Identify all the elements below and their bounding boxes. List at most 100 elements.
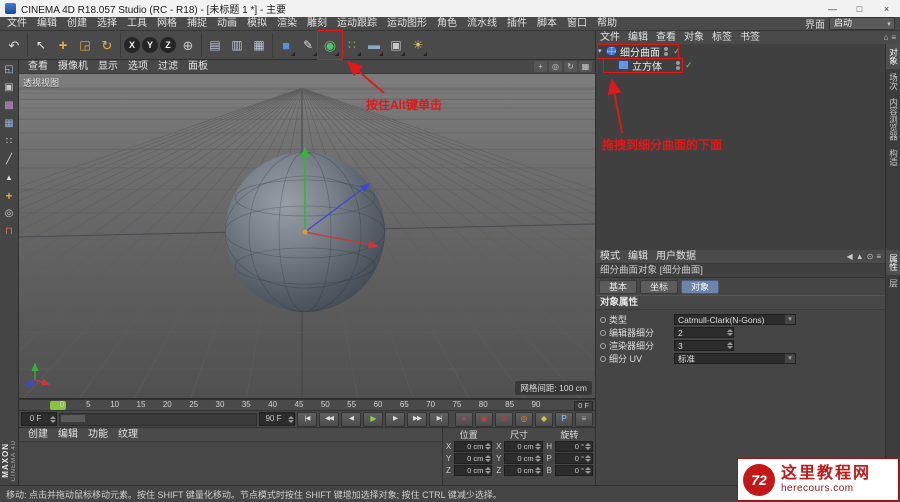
object-name[interactable]: 立方体 (632, 58, 674, 73)
viewport-menu-item[interactable]: 查看 (23, 60, 53, 74)
animation-dot-icon[interactable] (600, 342, 606, 349)
menu-item[interactable]: 雕刻 (302, 18, 332, 29)
material-menu-item[interactable]: 编辑 (53, 428, 83, 441)
coordinate-input[interactable]: 0 cm (454, 441, 493, 452)
material-menu-item[interactable]: 创建 (23, 428, 53, 441)
object-manager-menu-item[interactable]: 文件 (596, 31, 624, 44)
spinner-arrows-icon[interactable] (726, 329, 733, 336)
panel-side-tab[interactable]: 对象 (885, 44, 900, 69)
am-menu-icon[interactable]: ≡ (876, 250, 881, 263)
coordinate-input[interactable]: 0 cm (454, 453, 493, 464)
menu-item[interactable]: 帮助 (592, 18, 622, 29)
maximize-button[interactable]: □ (846, 0, 873, 17)
attribute-tab[interactable]: 基本 (599, 279, 638, 294)
menu-item[interactable]: 角色 (432, 18, 462, 29)
dropdown-arrow-icon[interactable]: ▾ (785, 315, 795, 324)
spinner-arrows-icon[interactable] (585, 455, 592, 462)
record-position-button[interactable]: ⊙ (495, 411, 513, 427)
cloner-icon[interactable]: ∷ (342, 33, 362, 57)
subdivision-surface-icon[interactable]: ◉ (317, 30, 343, 60)
animation-dot-icon[interactable] (600, 316, 606, 323)
record-objects-button[interactable]: ● (455, 411, 473, 427)
spinner-arrows-icon[interactable] (484, 467, 491, 474)
workplane-icon[interactable]: ▦ (2, 117, 17, 131)
spinner-arrows-icon[interactable] (49, 415, 56, 423)
menu-item[interactable]: 窗口 (562, 18, 592, 29)
panel-side-tab[interactable]: 构造 (886, 145, 900, 170)
viewport-menu-item[interactable]: 过滤 (153, 60, 183, 74)
goto-start-button[interactable]: |◀ (297, 411, 317, 427)
property-field[interactable]: 3 ▾ (674, 340, 734, 351)
attribute-menu-item[interactable]: 编辑 (624, 250, 652, 263)
menu-item[interactable]: 动画 (212, 18, 242, 29)
enable-axis-icon[interactable]: + (2, 189, 17, 203)
property-field[interactable]: 2 ▾ (674, 327, 734, 338)
toggle-view-icon[interactable]: ▦ (579, 61, 592, 72)
panel-side-tab[interactable]: 属性 (885, 250, 900, 275)
animation-dot-icon[interactable] (600, 355, 606, 362)
undo-icon[interactable]: ↶ (4, 33, 24, 57)
spinner-arrows-icon[interactable] (585, 467, 592, 474)
add-cube-icon[interactable]: ■ (276, 33, 296, 57)
move-tool-icon[interactable]: + (53, 33, 73, 57)
material-menu-item[interactable]: 功能 (83, 428, 113, 441)
menu-item[interactable]: 捕捉 (182, 18, 212, 29)
menu-item[interactable]: 创建 (62, 18, 92, 29)
coordinate-input[interactable]: 0 ° (554, 453, 593, 464)
camera-icon[interactable]: ▣ (386, 33, 406, 57)
menu-item[interactable]: 网格 (152, 18, 182, 29)
menu-item[interactable]: 插件 (502, 18, 532, 29)
panel-side-tab[interactable]: 层 (886, 275, 900, 292)
menu-item[interactable]: 模拟 (242, 18, 272, 29)
pen-spline-icon[interactable]: ✎ (298, 33, 318, 57)
current-frame-field[interactable]: 0 F (574, 401, 593, 411)
record-p la-button[interactable]: ≡ (575, 411, 593, 427)
edges-mode-icon[interactable]: ╱ (2, 153, 17, 167)
pan-view-icon[interactable]: + (534, 61, 547, 72)
spinner-arrows-icon[interactable] (484, 455, 491, 462)
menu-item[interactable]: 选择 (92, 18, 122, 29)
menu-item[interactable]: 运动图形 (382, 18, 432, 29)
object-row[interactable]: ▾ 立方体 ✓ (596, 58, 885, 73)
play-button[interactable]: ▶ (363, 411, 383, 427)
am-up-icon[interactable]: ▲ (856, 250, 864, 263)
lock-z-axis-button[interactable]: Z (160, 37, 176, 53)
spinner-arrows-icon[interactable] (535, 467, 542, 474)
record-parameter-button[interactable]: P (555, 411, 573, 427)
prev-frame-button[interactable]: ◀ (341, 411, 361, 427)
goto-end-button[interactable]: ▶| (429, 411, 449, 427)
menu-item[interactable]: 工具 (122, 18, 152, 29)
panel-side-tab[interactable]: 场次 (886, 69, 900, 94)
viewport-menu-item[interactable]: 摄像机 (53, 60, 93, 74)
property-field[interactable]: Catmull-Clark(N-Gons) ▾ (674, 314, 796, 325)
am-back-icon[interactable]: ◀ (847, 250, 853, 263)
menu-item[interactable]: 文件 (2, 18, 32, 29)
spinner-arrows-icon[interactable] (535, 455, 542, 462)
spinner-arrows-icon[interactable] (726, 342, 733, 349)
spinner-arrows-icon[interactable] (484, 443, 491, 450)
interface-select[interactable]: 启动 ▾ (829, 17, 895, 30)
spinner-arrows-icon[interactable] (585, 443, 592, 450)
record-rotation-button[interactable]: ◆ (535, 411, 553, 427)
dropdown-arrow-icon[interactable]: ▾ (785, 354, 795, 363)
viewport-menu-item[interactable]: 面板 (183, 60, 213, 74)
prev-key-button[interactable]: ◀◀ (319, 411, 339, 427)
menu-item[interactable]: 流水线 (462, 18, 502, 29)
model-mode-icon[interactable]: ▣ (2, 81, 17, 95)
menu-item[interactable]: 脚本 (532, 18, 562, 29)
render-view-icon[interactable]: ▤ (205, 33, 225, 57)
close-button[interactable]: × (873, 0, 900, 17)
panel-side-tab[interactable]: 内容浏览器 (886, 94, 900, 145)
om-path-icon[interactable]: ⌂ (883, 31, 888, 44)
live-selection-icon[interactable]: ↖ (31, 33, 51, 57)
texture-mode-icon[interactable]: ▩ (2, 99, 17, 113)
render-picture-viewer-icon[interactable]: ▥ (227, 33, 247, 57)
timeline-ruler[interactable]: 0 5 10 15 20 25 30 35 40 45 50 55 60 65 70 75 80 85 90 0 F (19, 399, 595, 411)
enabled-check-icon[interactable]: ✓ (673, 46, 681, 57)
end-frame-field[interactable]: 90 F (259, 412, 295, 426)
lock-y-axis-button[interactable]: Y (142, 37, 158, 53)
menu-item[interactable]: 编辑 (32, 18, 62, 29)
coordinate-input[interactable]: 0 cm (504, 453, 543, 464)
autokey-button[interactable]: ◉ (475, 411, 493, 427)
viewport-canvas[interactable]: 透视视图 网格间距: 100 cm (19, 74, 595, 399)
